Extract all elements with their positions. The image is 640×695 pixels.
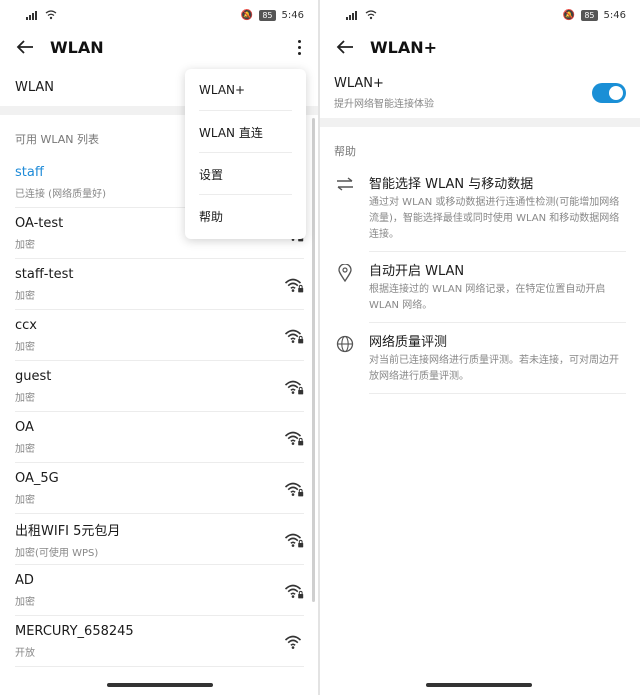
menu-item-settings[interactable]: 设置 <box>185 153 306 195</box>
network-name: MERCURY_658245 <box>15 624 134 639</box>
mute-icon: 🔕 <box>240 9 254 21</box>
wlan-toggle-label: WLAN <box>15 79 55 95</box>
help-title: 自动开启 WLAN <box>369 264 465 279</box>
network-text: OA_5G 加密 <box>15 471 284 506</box>
home-indicator[interactable] <box>107 683 213 687</box>
globe-icon <box>334 331 356 402</box>
help-item-smart-select: 智能选择 WLAN 与移动数据 通过对 WLAN 或移动数据进行连通性检测(可能… <box>320 173 640 260</box>
network-text: MERCURY_658245 开放 <box>15 624 284 659</box>
network-item[interactable]: OA_5G 加密 <box>0 463 318 514</box>
network-text: OA 加密 <box>15 420 284 455</box>
battery-icon: 85 <box>581 9 598 21</box>
page-title: WLAN <box>50 37 104 57</box>
back-arrow-icon[interactable] <box>14 36 36 58</box>
network-name: OA_5G <box>15 471 59 486</box>
clock: 5:46 <box>603 9 626 21</box>
network-status: 加密 <box>15 444 35 455</box>
wifi-lock-icon <box>284 379 304 395</box>
network-text: AD 加密 <box>15 573 284 608</box>
wifi-lock-icon <box>284 277 304 293</box>
battery-icon: 85 <box>259 9 276 21</box>
status-bar: 🔕 85 5:46 <box>320 0 640 30</box>
menu-item-wlan-plus[interactable]: WLAN+ <box>185 69 306 111</box>
more-vertical-icon[interactable] <box>294 39 304 55</box>
network-name: guest <box>15 369 52 384</box>
network-status: 加密 <box>15 342 35 353</box>
signal-indicator <box>26 10 57 20</box>
help-description: 根据连接过的 WLAN 网络记录，在特定位置自动开启 WLAN 网络。 <box>369 284 606 311</box>
scrollbar[interactable] <box>312 118 315 602</box>
wifi-icon <box>284 634 304 650</box>
network-item[interactable]: MERCURY_658245 开放 <box>0 616 318 667</box>
wlan-plus-title: WLAN+ <box>334 76 384 91</box>
help-description: 通过对 WLAN 或移动数据进行连通性检测(可能增加网络流量)，智能选择最佳或同… <box>369 197 620 240</box>
network-text: 出租WIFI 5元包月加密(可使用 WPS) <box>15 520 284 559</box>
network-status: 加密(可使用 WPS) <box>15 548 99 559</box>
network-item[interactable]: ccx 加密 <box>0 310 318 361</box>
wlan-plus-screen: 🔕 85 5:46 WLAN+ WLAN+ 提升网络智能连接体验 帮助 智能选择… <box>320 0 640 695</box>
status-bar: 🔕 85 5:46 <box>0 0 318 30</box>
wifi-lock-icon <box>284 583 304 599</box>
help-title: 智能选择 WLAN 与移动数据 <box>369 177 534 192</box>
network-status: 加密 <box>15 291 35 302</box>
wifi-lock-icon <box>284 532 304 548</box>
network-text: guest 加密 <box>15 369 284 404</box>
wifi-status-icon <box>365 10 377 20</box>
network-status: 加密 <box>15 597 35 608</box>
help-section-label: 帮助 <box>334 145 356 158</box>
wifi-lock-icon <box>284 328 304 344</box>
clock: 5:46 <box>281 9 304 21</box>
back-arrow-icon[interactable] <box>334 36 356 58</box>
network-name: AD <box>15 573 34 588</box>
help-item-quality-test: 网络质量评测 对当前已连接网络进行质量评测。若未连接，可对周边开放网络进行质量评… <box>320 331 640 402</box>
mute-icon: 🔕 <box>562 9 576 21</box>
cell-signal-icon <box>26 11 37 20</box>
network-status: 加密 <box>15 393 35 404</box>
wlan-plus-row[interactable]: WLAN+ 提升网络智能连接体验 <box>320 68 640 118</box>
help-item-auto-enable: 自动开启 WLAN 根据连接过的 WLAN 网络记录，在特定位置自动开启 WLA… <box>320 260 640 331</box>
network-name: 出租WIFI 5元包月 <box>15 524 121 539</box>
network-name: OA <box>15 420 34 435</box>
network-item[interactable]: staff-test 加密 <box>0 259 318 310</box>
signal-indicator <box>346 10 377 20</box>
location-pin-icon <box>334 260 356 331</box>
home-indicator[interactable] <box>426 683 532 687</box>
wifi-lock-icon <box>284 481 304 497</box>
network-text: staff-test 加密 <box>15 267 284 302</box>
network-status: 加密 <box>15 495 35 506</box>
page-title: WLAN+ <box>370 37 438 57</box>
wlan-screen: 🔕 85 5:46 WLAN WLAN 可用 WLAN 列表 staff 已连接 … <box>0 0 318 695</box>
network-item[interactable]: 出租WIFI 5元包月加密(可使用 WPS) <box>0 514 318 565</box>
section-gap <box>320 118 640 127</box>
network-item[interactable]: AD 加密 <box>0 565 318 616</box>
wifi-status-icon <box>45 10 57 20</box>
network-text: ccx 加密 <box>15 318 284 353</box>
menu-item-wlan-direct[interactable]: WLAN 直连 <box>185 111 306 153</box>
wlan-plus-subtitle: 提升网络智能连接体验 <box>334 99 434 110</box>
network-name: staff-test <box>15 267 74 282</box>
menu-item-help[interactable]: 帮助 <box>185 195 306 237</box>
help-description: 对当前已连接网络进行质量评测。若未连接，可对周边开放网络进行质量评测。 <box>369 355 619 382</box>
cell-signal-icon <box>346 11 357 20</box>
app-bar: WLAN <box>0 30 318 64</box>
overflow-menu: WLAN+ WLAN 直连 设置 帮助 <box>185 69 306 239</box>
swap-arrows-icon <box>334 173 356 260</box>
network-item[interactable]: guest 加密 <box>0 361 318 412</box>
app-bar: WLAN+ <box>320 30 640 64</box>
network-item[interactable]: OA 加密 <box>0 412 318 463</box>
wifi-lock-icon <box>284 430 304 446</box>
wlan-plus-toggle[interactable] <box>592 83 626 103</box>
help-title: 网络质量评测 <box>369 335 448 350</box>
network-status: 开放 <box>15 648 35 659</box>
network-name: ccx <box>15 318 37 333</box>
